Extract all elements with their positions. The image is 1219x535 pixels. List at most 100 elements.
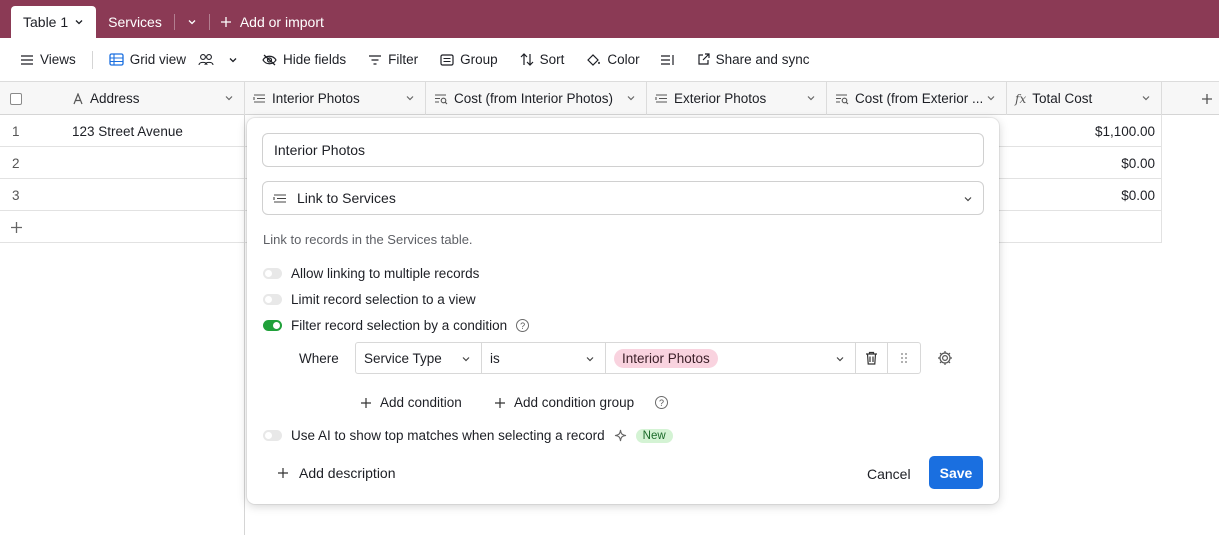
- chevron-down-icon[interactable]: [74, 17, 84, 27]
- row-height-icon: [660, 54, 674, 65]
- condition-field-select[interactable]: Service Type: [356, 343, 482, 373]
- column-header-exterior-photos[interactable]: Exterior Photos: [647, 82, 827, 115]
- toggle-filter-condition[interactable]: [263, 320, 282, 331]
- option-limit-view[interactable]: Limit record selection to a view: [263, 292, 476, 307]
- grid-view-label: Grid view: [129, 52, 187, 67]
- link-icon: [273, 193, 286, 203]
- option-multiple-records[interactable]: Allow linking to multiple records: [263, 266, 479, 281]
- plus-icon: [11, 221, 22, 233]
- condition-row: Service Type is Interior Photos: [355, 342, 921, 374]
- option-filter-condition[interactable]: Filter record selection by a condition ?: [263, 318, 530, 333]
- hide-fields-button[interactable]: Hide fields: [254, 46, 354, 74]
- column-header-interior-photos[interactable]: Interior Photos: [245, 82, 426, 115]
- select-all-checkbox[interactable]: [10, 92, 22, 105]
- add-condition-button[interactable]: Add condition: [360, 395, 462, 410]
- add-field-button[interactable]: [1190, 82, 1219, 115]
- grid-view-button[interactable]: Grid view: [101, 46, 246, 74]
- select-all-cell[interactable]: [0, 82, 64, 115]
- tab-table-1-label: Table 1: [23, 14, 69, 30]
- menu-icon: [21, 54, 33, 65]
- chevron-down-icon[interactable]: [986, 93, 996, 103]
- option-label: Filter record selection by a condition: [291, 318, 508, 333]
- link-icon: [253, 94, 265, 103]
- total-cost-cell[interactable]: $1,100.00: [1007, 115, 1155, 147]
- option-ai-matches[interactable]: Use AI to show top matches when selectin…: [263, 428, 673, 443]
- add-condition-group-button[interactable]: Add condition group: [494, 395, 634, 410]
- plus-icon: [495, 397, 505, 408]
- condition-value-select[interactable]: Interior Photos: [606, 343, 856, 373]
- gear-icon[interactable]: [937, 350, 953, 366]
- plus-icon: [220, 17, 231, 27]
- help-icon[interactable]: ?: [516, 319, 530, 332]
- text-a-icon: [73, 92, 83, 104]
- tables-dropdown-button[interactable]: [175, 6, 209, 38]
- condition-value-pill: Interior Photos: [614, 348, 718, 368]
- field-config-dialog: Interior Photos Link to Services Link to…: [247, 118, 999, 504]
- chevron-down-icon[interactable]: [224, 93, 234, 103]
- toggle-ai-matches[interactable]: [263, 430, 282, 441]
- color-button[interactable]: Color: [578, 46, 647, 74]
- plus-icon: [1202, 93, 1212, 104]
- filter-label: Filter: [388, 52, 419, 67]
- condition-operator-select[interactable]: is: [482, 343, 606, 373]
- chevron-down-icon[interactable]: [1141, 93, 1151, 103]
- row-number: 3: [12, 187, 20, 203]
- column-header-total-cost[interactable]: fx Total Cost: [1007, 82, 1162, 115]
- sort-icon: [520, 53, 534, 66]
- grid-right-edge: [1161, 115, 1162, 242]
- field-name-input[interactable]: Interior Photos: [262, 133, 984, 167]
- toggle-limit-view[interactable]: [263, 294, 282, 305]
- add-description-button[interactable]: Add description: [277, 465, 396, 481]
- chevron-down-icon[interactable]: [626, 93, 636, 103]
- views-button[interactable]: Views: [12, 46, 84, 74]
- total-cost-cell[interactable]: $0.00: [1007, 147, 1155, 179]
- group-button[interactable]: Group: [432, 46, 506, 74]
- chevron-down-icon: [229, 57, 237, 62]
- sort-button[interactable]: Sort: [512, 46, 573, 74]
- field-name-value: Interior Photos: [274, 142, 366, 158]
- option-label: Use AI to show top matches when selectin…: [291, 428, 605, 443]
- add-or-import-button[interactable]: Add or import: [210, 6, 334, 38]
- sparkle-icon: [614, 429, 626, 442]
- chevron-down-icon: [586, 357, 594, 362]
- filter-icon: [369, 54, 382, 65]
- tab-services[interactable]: Services: [96, 6, 174, 38]
- cancel-button[interactable]: Cancel: [854, 458, 924, 490]
- add-condition-label: Add condition: [380, 395, 462, 410]
- filter-button[interactable]: Filter: [360, 46, 426, 74]
- column-header-label: Cost (from Interior Photos): [454, 91, 614, 106]
- paint-bucket-icon: [587, 53, 601, 66]
- option-label: Allow linking to multiple records: [291, 266, 480, 281]
- new-badge: New: [635, 428, 673, 443]
- column-header-address[interactable]: Address: [64, 82, 245, 115]
- chevron-down-icon[interactable]: [806, 93, 816, 103]
- address-cell[interactable]: 123 Street Avenue: [72, 115, 183, 147]
- chevron-down-icon: [188, 20, 196, 25]
- column-header-label: Total Cost: [1032, 91, 1093, 106]
- condition-operator-value: is: [490, 350, 500, 366]
- help-icon[interactable]: ?: [655, 396, 668, 409]
- toolbar-divider: [91, 50, 93, 69]
- column-header-label: Cost (from Exterior ...: [855, 91, 984, 106]
- field-type-select[interactable]: Link to Services: [262, 181, 984, 215]
- tab-table-1[interactable]: Table 1: [11, 6, 97, 38]
- share-and-sync-label: Share and sync: [715, 52, 810, 67]
- delete-condition-button[interactable]: [856, 343, 888, 373]
- row-height-button[interactable]: [652, 46, 683, 74]
- drag-handle-icon: [901, 353, 907, 363]
- total-cost-cell[interactable]: $0.00: [1007, 179, 1155, 211]
- toggle-multiple-records[interactable]: [263, 268, 282, 279]
- grid-icon: [109, 53, 124, 66]
- column-header-cost-interior[interactable]: Cost (from Interior Photos): [426, 82, 647, 115]
- share-and-sync-button[interactable]: Share and sync: [689, 46, 818, 74]
- save-button[interactable]: Save: [929, 456, 983, 489]
- chevron-down-icon: [836, 357, 844, 362]
- add-row-button[interactable]: [10, 211, 23, 243]
- external-link-icon: [698, 53, 710, 65]
- chevron-down-icon[interactable]: [405, 93, 415, 103]
- drag-handle[interactable]: [888, 343, 920, 373]
- color-label: Color: [607, 52, 640, 67]
- lookup-icon: [836, 93, 849, 104]
- chevron-down-icon: [462, 357, 470, 362]
- column-header-cost-exterior[interactable]: Cost (from Exterior ...: [827, 82, 1007, 115]
